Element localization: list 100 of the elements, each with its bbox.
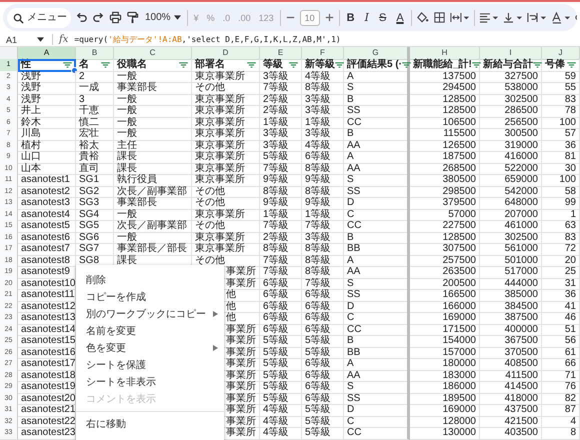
table-cell: 66 [564,358,576,369]
filter-icon[interactable] [247,62,256,68]
filter-icon[interactable] [402,62,411,68]
table-cell: 慎二 [79,116,99,128]
table-cell: 30 [564,162,576,174]
column-letter[interactable]: B [76,47,114,60]
table-cell: B [347,94,354,104]
menu-item[interactable]: 削除 [76,271,224,288]
table-cell: 71 [564,370,576,380]
column-letter[interactable]: E [260,47,302,60]
table-cell: 7等級 [263,82,289,93]
filter-icon[interactable] [335,62,344,68]
paint-roller-icon[interactable] [126,11,139,24]
table-cell: 4等級 [263,427,289,438]
menu-item[interactable]: コピーを作成 [76,288,224,305]
table-cell: 事業所 [226,404,256,415]
table-cell: 78 [564,105,576,116]
filter-icon[interactable] [101,62,110,68]
formula-field[interactable]: =query('給与データ'!A:AB,'select D,E,F,G,I,K,L,Z,AB,M',1) [74,34,341,45]
filter-icon[interactable] [533,62,542,68]
table-cell: 58 [564,186,576,196]
table-cell: 一般 [117,208,137,220]
table-cell: 事業所 [226,346,256,358]
table-cell: 166000 [442,300,476,312]
borders-icon[interactable] [432,11,446,24]
text-style-button[interactable]: S [376,12,390,24]
table-cell: 課長 [117,254,137,266]
table-cell: 100 [559,174,576,185]
table-cell: 207000 [504,208,538,220]
table-cell: 2等級 [263,105,289,116]
table-cell: 9等級 [305,197,331,208]
redo-icon[interactable] [92,11,105,24]
menu-item[interactable]: シートを保護 [76,356,224,373]
table-cell: SS [347,105,360,116]
table-cell: B [347,128,354,139]
zoom-dropdown[interactable]: 100% [143,12,183,23]
menu-item[interactable]: 右に移動 [76,415,224,432]
text-style-button[interactable]: I [362,11,372,24]
text-rotate-icon[interactable] [550,11,571,24]
table-cell: 20 [564,254,576,266]
table-cell: 7等級 [305,278,331,288]
table-cell: 36 [564,289,576,300]
table-cell: 課長 [117,151,137,162]
align-bottom-icon[interactable] [502,11,523,24]
table-cell: 400000 [504,324,538,334]
table-cell: SG6 [79,232,100,242]
column-letter[interactable]: G [344,47,410,60]
table-cell: 76 [564,381,576,392]
merge-cells-icon[interactable] [450,11,470,24]
table-cell: その他 [195,186,225,196]
column-letter[interactable]: D [192,47,260,60]
table-cell: 井上 [21,105,41,116]
caret-icon [174,15,181,20]
text-wrap-icon[interactable] [526,11,547,24]
filter-icon[interactable] [289,62,298,68]
table-cell: 5等級 [305,404,331,415]
table-cell: 事業所 [226,392,256,404]
table-cell: 事業所 [226,381,256,392]
search-field[interactable]: メニュー [7,8,71,28]
table-cell: asanotest1 [21,174,70,185]
text-style-button[interactable]: B [344,12,358,24]
plus-icon[interactable] [324,12,335,23]
table-cell: 57 [564,128,576,139]
text-style-button[interactable]: A [393,12,407,24]
column-letter[interactable]: J [542,47,580,60]
table-cell: asanotest13 [21,312,75,323]
font-size-field[interactable]: 10 [300,10,320,26]
table-cell: AA [347,140,360,150]
filter-icon[interactable] [179,62,188,68]
filter-icon[interactable] [567,62,576,68]
menu-item[interactable]: 別のワークブックにコピー [76,305,224,322]
menu-item[interactable]: 名前を変更 [76,322,224,339]
filter-icon[interactable] [63,62,72,68]
print-icon[interactable] [109,11,122,24]
column-letter[interactable]: A [18,47,76,60]
table-cell: 387500 [504,312,538,323]
menu-item[interactable]: 色を変更 [76,339,224,356]
undo-icon[interactable] [75,11,88,24]
column-header: 新給与合計 [483,59,533,70]
table-cell: 82 [564,392,576,404]
menu-item[interactable]: シートを非表示 [76,373,224,390]
table-cell: 他 [226,300,236,312]
table-cell: 事業所 [226,370,256,380]
table-cell: 6等級 [305,392,331,404]
table-cell: 157000 [442,346,476,358]
table-cell: SG3 [79,197,100,208]
table-cell: D [347,404,354,415]
table-cell: 61 [564,346,576,358]
table-cell: 6等級 [305,289,331,300]
table-cell: 169000 [442,404,476,415]
table-cell: 128000 [442,416,476,426]
filter-icon[interactable] [472,62,481,68]
table-cell: SS [347,186,360,196]
paint-bucket-icon[interactable] [416,11,429,24]
align-left-icon[interactable] [478,11,499,24]
name-box[interactable]: A1 [4,34,46,44]
column-letter[interactable]: C [114,47,192,60]
table-cell: 2 [79,70,85,82]
table-cell: 327500 [504,70,538,82]
caret-icon [37,37,44,42]
